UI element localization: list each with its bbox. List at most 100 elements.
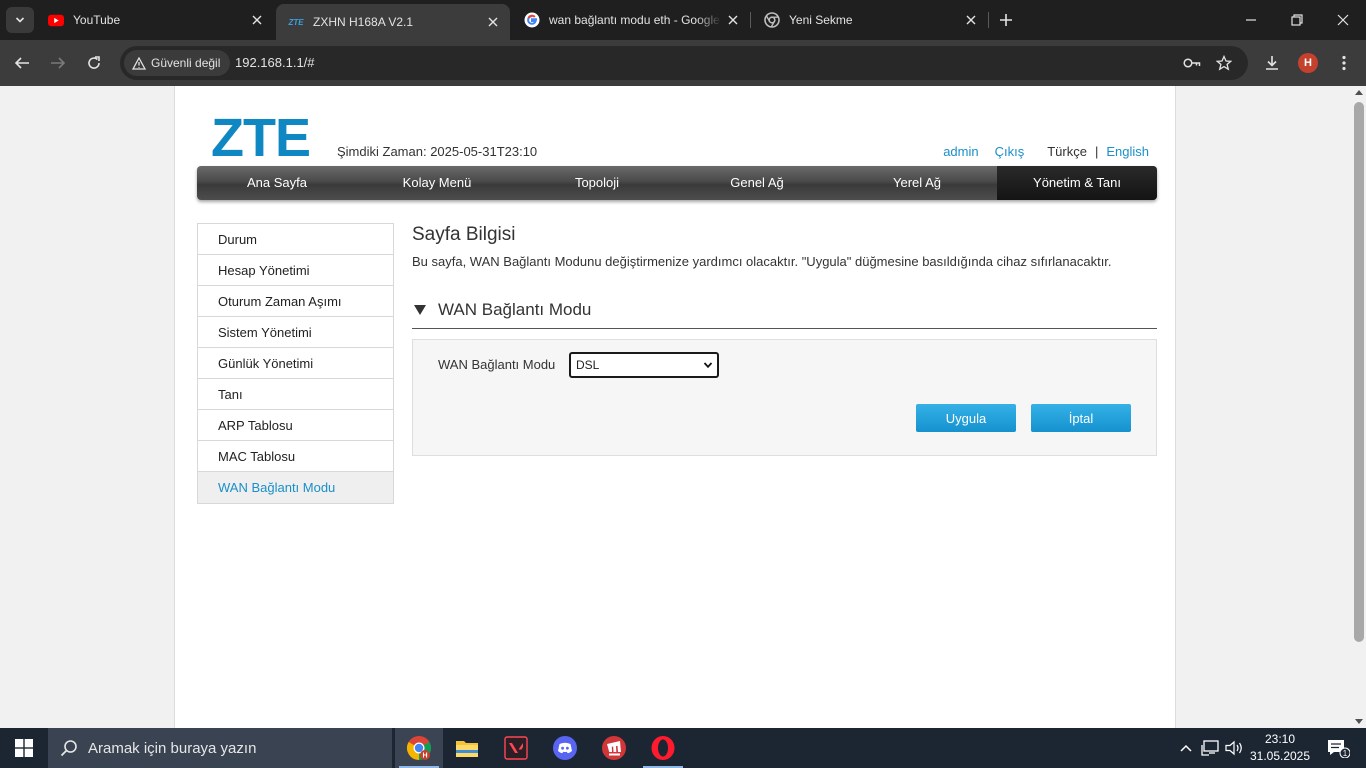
volume-icon — [1225, 740, 1242, 756]
cancel-button[interactable]: İptal — [1031, 404, 1131, 432]
show-hidden-icons-button[interactable] — [1176, 728, 1196, 768]
taskbar-chrome[interactable]: H — [395, 728, 443, 768]
back-arrow-icon — [14, 57, 29, 69]
password-key-icon[interactable] — [1182, 53, 1202, 73]
logout-link[interactable]: Çıkış — [995, 144, 1025, 159]
side-item-tani[interactable]: Tanı — [198, 379, 393, 410]
taskbar-opera[interactable] — [639, 728, 687, 768]
valorant-icon — [504, 736, 528, 760]
minimize-button[interactable] — [1228, 0, 1274, 40]
side-item-wan-baglanti-modu[interactable]: WAN Bağlantı Modu — [198, 472, 393, 503]
taskbar-file-explorer[interactable] — [443, 728, 491, 768]
nav-ana-sayfa[interactable]: Ana Sayfa — [197, 166, 357, 200]
scrollbar-thumb[interactable] — [1354, 102, 1364, 642]
chevron-down-icon — [15, 17, 25, 23]
google-icon — [524, 12, 540, 28]
taskbar-discord[interactable] — [541, 728, 589, 768]
side-item-hesap-yonetimi[interactable]: Hesap Yönetimi — [198, 255, 393, 286]
network-status[interactable] — [1198, 728, 1222, 768]
network-icon — [1201, 740, 1219, 756]
downloads-button[interactable] — [1258, 49, 1286, 77]
side-item-gunluk-yonetimi[interactable]: Günlük Yönetimi — [198, 348, 393, 379]
page-description: Bu sayfa, WAN Bağlantı Modunu değiştirme… — [412, 254, 1112, 269]
admin-link[interactable]: admin — [943, 144, 978, 159]
zte-favicon-text: ZTE — [288, 17, 304, 27]
clock-date: 31.05.2025 — [1249, 749, 1311, 763]
nav-yonetim-tani[interactable]: Yönetim & Tanı — [997, 166, 1157, 200]
zte-logo: ZTE — [211, 108, 311, 168]
side-item-arp-tablosu[interactable]: ARP Tablosu — [198, 410, 393, 441]
tab-title: wan bağlantı modu eth - Google — [549, 13, 720, 27]
chrome-icon — [764, 12, 780, 28]
forward-button[interactable] — [44, 49, 72, 77]
youtube-icon — [48, 12, 64, 28]
browser-menu-button[interactable] — [1330, 49, 1358, 77]
close-tab-icon[interactable] — [960, 9, 982, 31]
side-item-sistem-yonetimi[interactable]: Sistem Yönetimi — [198, 317, 393, 348]
taskbar-valorant[interactable] — [492, 728, 540, 768]
nav-kolay-menu[interactable]: Kolay Menü — [357, 166, 517, 200]
tab-google-search[interactable]: wan bağlantı modu eth - Google — [512, 0, 750, 40]
security-chip[interactable]: Güvenli değil — [124, 50, 231, 76]
close-window-button[interactable] — [1320, 0, 1366, 40]
side-item-durum[interactable]: Durum — [198, 224, 393, 255]
restore-button[interactable] — [1274, 0, 1320, 40]
tab-search-button[interactable] — [6, 7, 34, 33]
minimize-icon — [1246, 19, 1256, 21]
warning-icon — [132, 56, 146, 70]
section-header[interactable]: WAN Bağlantı Modu — [412, 299, 1157, 321]
start-button[interactable] — [0, 728, 48, 768]
tab-zte-router[interactable]: ZTE ZXHN H168A V2.1 — [276, 4, 510, 40]
search-icon — [60, 740, 77, 757]
tab-separator — [750, 12, 751, 28]
profile-button[interactable]: H — [1294, 49, 1322, 77]
notification-count: 1 — [1343, 749, 1348, 758]
bookmark-star-icon[interactable] — [1214, 53, 1234, 73]
reload-button[interactable] — [80, 49, 108, 77]
tab-title: Yeni Sekme — [789, 13, 853, 27]
side-item-oturum-zaman-asimi[interactable]: Oturum Zaman Aşımı — [198, 286, 393, 317]
address-bar[interactable]: Güvenli değil 192.168.1.1/# — [120, 46, 1248, 80]
apply-button[interactable]: Uygula — [916, 404, 1016, 432]
close-tab-icon[interactable] — [246, 9, 268, 31]
notification-center-button[interactable]: 1 — [1318, 728, 1358, 768]
wan-mode-select[interactable]: DSL — [569, 352, 719, 378]
language-separator: | — [1094, 144, 1099, 159]
top-links: admin Çıkış Türkçe | English — [943, 144, 1149, 159]
chrome-profile-badge: H — [422, 753, 427, 760]
current-time: Şimdiki Zaman: 2025-05-31T23:10 — [337, 144, 538, 159]
tab-strip: YouTube ZTE ZXHN H168A V2.1 wan bağlantı… — [0, 0, 1366, 40]
url-text[interactable]: 192.168.1.1/# — [235, 55, 315, 70]
taskbar-search-placeholder: Aramak için buraya yazın — [88, 739, 257, 757]
section-divider — [412, 328, 1157, 329]
wan-mode-form: WAN Bağlantı Modu DSL Uygula İptal — [412, 339, 1157, 456]
scroll-down-arrow-icon[interactable] — [1355, 719, 1363, 724]
page-title: Sayfa Bilgisi — [412, 224, 516, 245]
taskbar-riot-client[interactable] — [590, 728, 638, 768]
security-chip-label: Güvenli değil — [151, 56, 221, 70]
wan-mode-label: WAN Bağlantı Modu — [438, 357, 556, 372]
new-tab-button[interactable] — [995, 9, 1017, 31]
clock-time: 23:10 — [1264, 732, 1296, 746]
taskbar-search[interactable]: Aramak için buraya yazın — [48, 728, 392, 768]
tab-new-tab[interactable]: Yeni Sekme — [752, 0, 988, 40]
tab-youtube[interactable]: YouTube — [36, 0, 274, 40]
windows-logo-icon — [15, 739, 33, 757]
page-scrollbar[interactable] — [1352, 86, 1366, 728]
back-button[interactable] — [8, 49, 36, 77]
scroll-up-arrow-icon[interactable] — [1355, 90, 1363, 95]
main-navigation: Ana Sayfa Kolay Menü Topoloji Genel Ağ Y… — [197, 166, 1157, 200]
language-english-link[interactable]: English — [1106, 144, 1149, 159]
language-turkish[interactable]: Türkçe — [1047, 144, 1087, 159]
close-icon — [1337, 14, 1349, 26]
chevron-down-icon — [703, 362, 713, 369]
nav-genel-ag[interactable]: Genel Ağ — [677, 166, 837, 200]
nav-yerel-ag[interactable]: Yerel Ağ — [837, 166, 997, 200]
nav-topoloji[interactable]: Topoloji — [517, 166, 677, 200]
main-content: Sayfa Bilgisi Bu sayfa, WAN Bağlantı Mod… — [412, 224, 1157, 456]
side-item-mac-tablosu[interactable]: MAC Tablosu — [198, 441, 393, 472]
close-tab-icon[interactable] — [722, 9, 744, 31]
close-tab-icon[interactable] — [482, 11, 504, 33]
collapse-triangle-icon[interactable] — [414, 305, 426, 315]
system-clock[interactable]: 23:10 31.05.2025 — [1244, 731, 1316, 765]
